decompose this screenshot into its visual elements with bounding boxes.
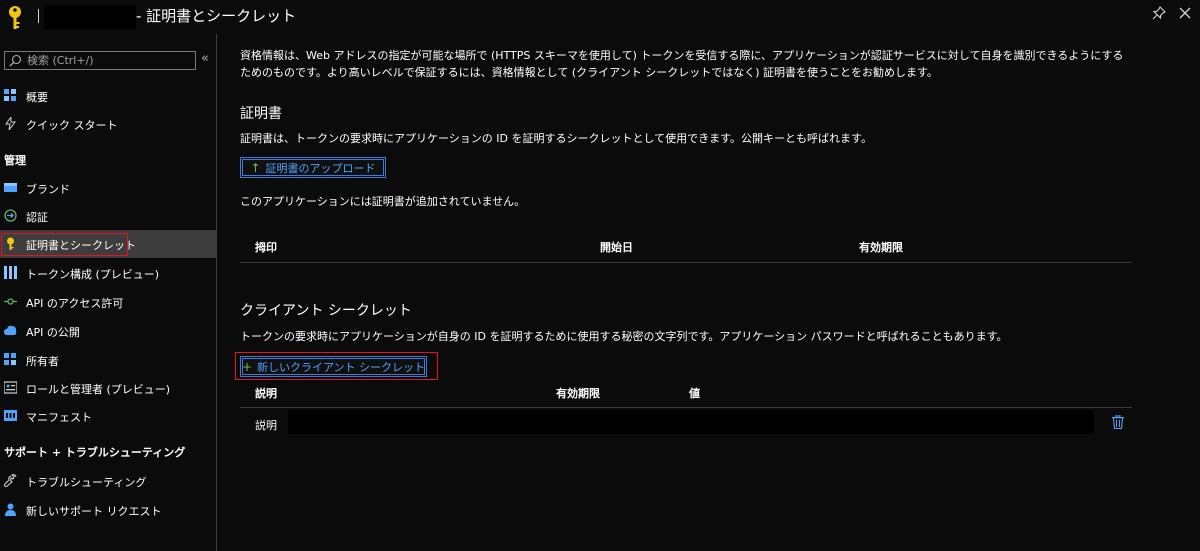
sidebar-item-label: ブランド [26, 183, 70, 196]
search-box[interactable] [4, 51, 196, 70]
page-title: - 証明書とシークレット [136, 7, 297, 25]
certificates-table-divider [240, 262, 1132, 263]
redacted-app-name [44, 5, 136, 29]
column-header-expires: 有効期限 [859, 241, 903, 254]
title-separator [38, 9, 39, 23]
column-header-value: 値 [689, 387, 700, 400]
api-permissions-icon [4, 298, 17, 305]
sidebar-item-token-config[interactable]: トークン構成 (プレビュー) [0, 259, 216, 287]
sidebar-item-label: API のアクセス許可 [26, 297, 124, 310]
column-header-description: 説明 [255, 387, 277, 400]
main-content: 資格情報は、Web アドレスの指定が可能な場所で (HTTPS スキーマを使用し… [218, 34, 1200, 551]
sidebar-item-label: トラブルシューティング [26, 476, 147, 489]
column-header-start-date: 開始日 [600, 241, 633, 254]
authentication-icon [4, 209, 17, 222]
section-manage-heading: 管理 [4, 154, 26, 167]
roles-icon [4, 381, 17, 394]
sidebar-item-expose-api[interactable]: API の公開 [0, 317, 216, 345]
sidebar-item-branding[interactable]: ブランド [0, 174, 216, 202]
sidebar-item-label: API の公開 [26, 326, 80, 339]
upload-certificate-label: 証明書のアップロード [265, 161, 376, 175]
section-support-heading: サポート + トラブルシューティング [4, 446, 186, 459]
sidebar-item-troubleshooting[interactable]: トラブルシューティング [0, 467, 216, 495]
owners-icon [4, 353, 16, 365]
token-config-icon [4, 266, 17, 279]
title-bar: - 証明書とシークレット [0, 0, 1200, 34]
search-input[interactable] [27, 53, 192, 68]
key-icon [9, 6, 21, 29]
upload-arrow-icon: ↑ [250, 160, 261, 175]
trash-icon[interactable] [1112, 415, 1124, 429]
sidebar-item-authentication[interactable]: 認証 [0, 202, 216, 230]
sidebar-item-label: ロールと管理者 (プレビュー) [26, 383, 171, 396]
secrets-table-divider [240, 407, 1132, 408]
sidebar-item-manifest[interactable]: マニフェスト [0, 402, 216, 430]
certificates-heading: 証明書 [240, 106, 282, 122]
certificates-description: 証明書は、トークンの要求時にアプリケーションの ID を証明するシークレットとし… [240, 132, 872, 145]
collapse-sidebar-icon[interactable]: « [201, 51, 209, 66]
support-person-icon [5, 503, 16, 516]
sidebar-item-label: 所有者 [26, 355, 59, 368]
intro-text: 資格情報は、Web アドレスの指定が可能な場所で (HTTPS スキーマを使用し… [240, 49, 1124, 79]
plus-icon: + [241, 359, 252, 374]
sidebar-item-label: 概要 [26, 91, 48, 104]
sidebar-item-support-request[interactable]: 新しいサポート リクエスト [0, 496, 216, 524]
client-secrets-heading: クライアント シークレット [240, 303, 412, 319]
no-certificates-message: このアプリケーションには証明書が追加されていません。 [240, 195, 526, 208]
sidebar-item-api-permissions[interactable]: API のアクセス許可 [0, 288, 216, 316]
column-header-thumbprint: 拇印 [255, 241, 277, 254]
sidebar-item-owners[interactable]: 所有者 [0, 346, 216, 374]
new-client-secret-label: 新しいクライアント シークレット [257, 360, 426, 374]
client-secrets-description: トークンの要求時にアプリケーションが自身の ID を証明するために使用する秘密の… [240, 330, 1008, 343]
column-header-expires: 有効期限 [556, 387, 600, 400]
redacted-secret-row [288, 410, 1094, 434]
secret-description-cell: 説明 [255, 419, 277, 432]
highlight-box [1, 233, 128, 256]
wrench-icon [4, 474, 17, 487]
sidebar: « 概要 クイック スタート 管理 ブランド 認証 証明書とシー [0, 34, 217, 551]
branding-icon [4, 183, 17, 192]
search-icon [9, 54, 22, 67]
close-icon[interactable] [1178, 6, 1192, 20]
upload-certificate-button[interactable]: ↑ 証明書のアップロード [240, 157, 386, 178]
sidebar-item-label: マニフェスト [26, 411, 92, 424]
new-client-secret-button[interactable]: + 新しいクライアント シークレット [240, 356, 427, 377]
sidebar-item-label: 新しいサポート リクエスト [26, 505, 162, 518]
sidebar-item-label: トークン構成 (プレビュー) [26, 268, 160, 281]
expose-api-icon [4, 325, 17, 335]
sidebar-item-quickstart[interactable]: クイック スタート [0, 110, 216, 138]
quickstart-icon [5, 117, 16, 130]
sidebar-item-label: 認証 [26, 211, 48, 224]
sidebar-item-label: クイック スタート [26, 119, 118, 132]
overview-icon [4, 89, 16, 101]
sidebar-item-roles-admins[interactable]: ロールと管理者 (プレビュー) [0, 374, 216, 402]
sidebar-item-overview[interactable]: 概要 [0, 82, 216, 110]
pin-icon[interactable] [1152, 6, 1166, 20]
manifest-icon [4, 410, 17, 421]
